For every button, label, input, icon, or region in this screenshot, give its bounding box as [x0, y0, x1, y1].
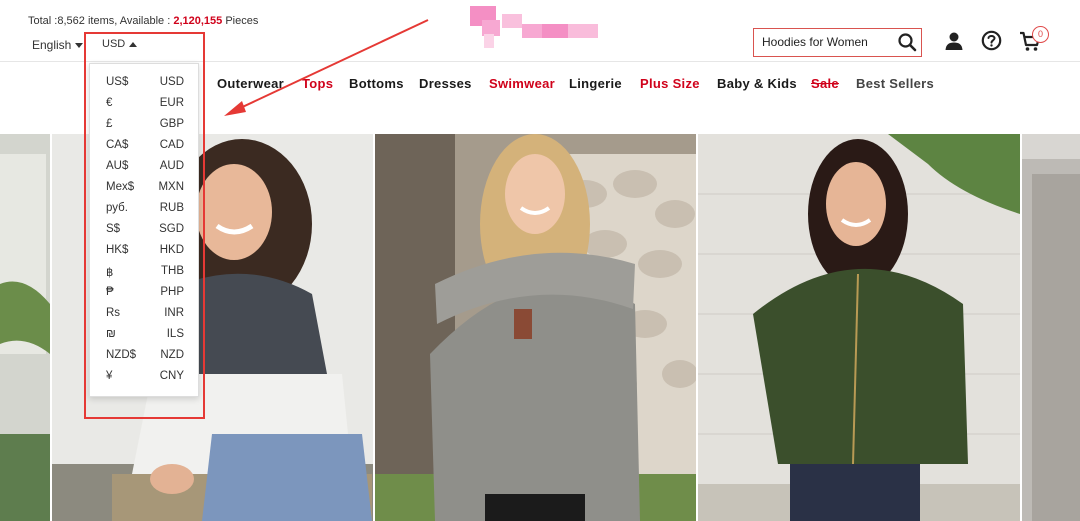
nav-item-baby-kids[interactable]: Baby & Kids — [717, 76, 797, 91]
currency-symbol: ฿ — [106, 267, 114, 279]
currency-symbol: HK$ — [106, 244, 129, 256]
currency-code: MXN — [158, 181, 184, 193]
currency-symbol: US$ — [106, 76, 129, 88]
nav-item-sale[interactable]: Sale — [811, 76, 839, 91]
user-icon[interactable] — [944, 31, 964, 51]
currency-symbol: AU$ — [106, 160, 129, 172]
items-label: items, Available : — [84, 15, 174, 27]
site-header: Total :8,562 items, Available : 2,120,15… — [0, 0, 1080, 62]
currency-option-mxn[interactable]: Mex$ MXN — [90, 177, 200, 198]
product-photo — [0, 134, 50, 521]
product-photo — [375, 134, 696, 521]
currency-code: SGD — [159, 223, 184, 235]
product-image[interactable] — [698, 134, 1020, 521]
product-image[interactable] — [375, 134, 696, 521]
search-input[interactable] — [754, 29, 894, 55]
chevron-up-icon — [129, 41, 138, 47]
logo-block — [502, 14, 522, 28]
currency-symbol: руб. — [106, 202, 128, 214]
logo-block — [484, 34, 494, 48]
currency-symbol: ¥ — [106, 370, 113, 382]
search-icon[interactable] — [897, 32, 917, 52]
currency-code: THB — [161, 265, 184, 277]
currency-symbol: Rs — [106, 307, 121, 319]
currency-symbol: £ — [106, 118, 113, 130]
currency-option-thb[interactable]: ฿ THB — [90, 261, 200, 282]
nav-item-outerwear[interactable]: Outerwear — [217, 76, 284, 91]
nav-item-dresses[interactable]: Dresses — [419, 76, 472, 91]
nav-item-plus-size[interactable]: Plus Size — [640, 76, 700, 91]
currency-code: USD — [159, 76, 184, 88]
nav-item-tops[interactable]: Tops — [302, 76, 333, 91]
stock-prefix: Total : — [28, 15, 58, 27]
currency-symbol: NZD$ — [106, 349, 137, 361]
currency-code: CNY — [159, 370, 184, 382]
product-image[interactable] — [1022, 134, 1080, 521]
currency-option-usd[interactable]: US$ USD — [90, 72, 200, 93]
pieces-label: Pieces — [222, 15, 259, 27]
nav-item-swimwear[interactable]: Swimwear — [489, 76, 555, 91]
help-icon[interactable] — [981, 30, 1002, 51]
product-photo — [1022, 134, 1080, 521]
currency-option-gbp[interactable]: £ GBP — [90, 114, 200, 135]
cart-count-badge: 0 — [1032, 26, 1049, 43]
search-box — [753, 28, 922, 57]
currency-option-cad[interactable]: CA$ CAD — [90, 135, 200, 156]
currency-dropdown: US$ USD € EUR £ GBP CA$ CAD AU$ AUD Mex$ MXN р… — [89, 63, 199, 397]
chevron-down-icon — [75, 43, 84, 49]
nav-item-best-sellers[interactable]: Best Sellers — [856, 76, 934, 91]
currency-option-ils[interactable]: ₪ ILS — [90, 324, 200, 345]
currency-option-nzd[interactable]: NZD$ NZD — [90, 345, 200, 366]
currency-code: INR — [164, 307, 184, 319]
currency-code: RUB — [159, 202, 184, 214]
stock-info: Total :8,562 items, Available : 2,120,15… — [28, 15, 258, 27]
currency-value: USD — [102, 38, 126, 50]
currency-option-rub[interactable]: руб. RUB — [90, 198, 200, 219]
language-selector[interactable]: English — [32, 38, 84, 52]
currency-selector[interactable]: USD — [102, 38, 138, 50]
currency-code: EUR — [159, 97, 184, 109]
currency-symbol: ₪ — [106, 328, 116, 340]
logo-block — [542, 24, 568, 38]
currency-code: GBP — [159, 118, 184, 130]
currency-code: PHP — [160, 286, 184, 298]
currency-symbol: € — [106, 97, 113, 109]
currency-code: CAD — [159, 139, 184, 151]
currency-option-eur[interactable]: € EUR — [90, 93, 200, 114]
currency-option-aud[interactable]: AU$ AUD — [90, 156, 200, 177]
product-image[interactable] — [0, 134, 50, 521]
language-value: English — [32, 38, 72, 52]
product-photo — [698, 134, 1020, 521]
logo-block — [522, 24, 542, 38]
currency-symbol: Mex$ — [106, 181, 135, 193]
currency-code: HKD — [159, 244, 184, 256]
currency-code: ILS — [166, 328, 184, 340]
pieces-count: 2,120,155 — [173, 15, 223, 27]
currency-option-sgd[interactable]: S$ SGD — [90, 219, 200, 240]
currency-code: NZD — [160, 349, 184, 361]
currency-code: AUD — [159, 160, 184, 172]
currency-symbol: S$ — [106, 223, 121, 235]
site-logo[interactable] — [468, 4, 600, 50]
currency-symbol: ₱ — [106, 286, 114, 298]
currency-option-hkd[interactable]: HK$ HKD — [90, 240, 200, 261]
currency-symbol: CA$ — [106, 139, 129, 151]
currency-option-php[interactable]: ₱ PHP — [90, 282, 200, 303]
currency-option-inr[interactable]: Rs INR — [90, 303, 200, 324]
nav-item-bottoms[interactable]: Bottoms — [349, 76, 404, 91]
nav-item-lingerie[interactable]: Lingerie — [569, 76, 622, 91]
currency-option-cny[interactable]: ¥ CNY — [90, 366, 200, 387]
logo-block — [568, 24, 598, 38]
items-count: 8,562 — [57, 15, 85, 27]
